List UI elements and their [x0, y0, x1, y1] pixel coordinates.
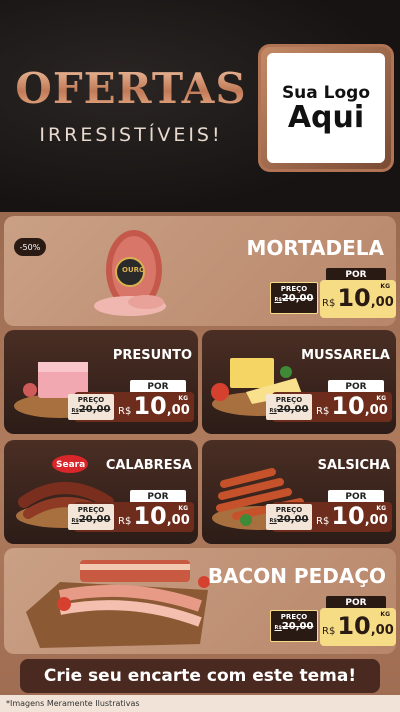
- hero-subtitle: IRRESISTÍVEIS!: [39, 124, 223, 146]
- new-price-box: PREÇO R$20,00 R$ 10,00 KG: [68, 392, 194, 422]
- old-price-tag: PREÇO R$20,00: [270, 282, 318, 314]
- logo-line2: Aqui: [287, 100, 365, 135]
- logo-placeholder[interactable]: Sua Logo Aqui: [258, 44, 394, 172]
- product-card-bacon[interactable]: BACON PEDAÇO POR PREÇO R$20,00 R$ 10,00 K…: [4, 548, 396, 654]
- product-name: MORTADELA: [246, 236, 384, 260]
- new-price-box: PREÇO R$20,00 R$ 10,00 KG: [68, 502, 194, 532]
- new-price-box: R$ 10,00 KG: [320, 608, 396, 646]
- product-card-calabresa[interactable]: Seara CALABRESA POR PREÇO R$20,00 R$ 10,00…: [4, 440, 198, 544]
- product-card-mussarela[interactable]: MUSSARELA POR PREÇO R$20,00 R$ 10,00 KG: [202, 330, 396, 434]
- bacon-image: [26, 560, 210, 648]
- price-block: POR PREÇO R$20,00 R$ 10,00 KG: [270, 596, 396, 648]
- product-card-salsicha[interactable]: SALSICHA POR PREÇO R$20,00 R$ 10,00 KG: [202, 440, 396, 544]
- seara-logo: Seara: [56, 460, 86, 470]
- new-price-box: PREÇO R$20,00 R$ 10,00 KG: [266, 502, 392, 532]
- footnote: *Imagens Meramente Ilustrativas: [0, 695, 400, 712]
- product-name: SALSICHA: [317, 458, 390, 473]
- old-price-tag: PREÇO R$20,00: [266, 394, 312, 420]
- old-price-tag: PREÇO R$20,00: [68, 504, 114, 530]
- old-price-tag: PREÇO R$20,00: [266, 504, 312, 530]
- mortadela-brand: OURO: [122, 266, 145, 274]
- product-name: PRESUNTO: [112, 348, 192, 363]
- hero-title: OFERTAS: [6, 64, 256, 113]
- product-name: BACON PEDAÇO: [207, 564, 386, 588]
- old-price-tag: PREÇO R$20,00: [270, 610, 318, 642]
- price-block: POR PREÇO R$20,00 R$ 10,00 KG: [266, 380, 392, 426]
- product-card-mortadela[interactable]: -50% OURO MORTADELA POR PREÇO R$20,00 R$…: [4, 216, 396, 326]
- price-block: POR PREÇO R$20,00 R$ 10,00 KG: [68, 380, 194, 426]
- price-block: POR PREÇO R$20,00 R$ 10,00 KG: [266, 490, 392, 536]
- product-card-presunto[interactable]: PRESUNTO POR PREÇO R$20,00 R$ 10,00 KG: [4, 330, 198, 434]
- price-block: POR PREÇO R$20,00 R$ 10,00 KG: [68, 490, 194, 536]
- cta-banner[interactable]: Crie seu encarte com este tema!: [20, 659, 380, 693]
- hero-banner: OFERTAS IRRESISTÍVEIS! Sua Logo Aqui: [0, 0, 400, 212]
- product-name: MUSSARELA: [301, 348, 390, 363]
- price-block: POR PREÇO R$20,00 R$ 10,00 KG: [270, 268, 396, 320]
- new-price-box: PREÇO R$20,00 R$ 10,00 KG: [266, 392, 392, 422]
- new-price-box: R$ 10,00 KG: [320, 280, 396, 318]
- old-price-tag: PREÇO R$20,00: [68, 394, 114, 420]
- product-name: CALABRESA: [105, 458, 192, 473]
- discount-badge: -50%: [14, 238, 46, 256]
